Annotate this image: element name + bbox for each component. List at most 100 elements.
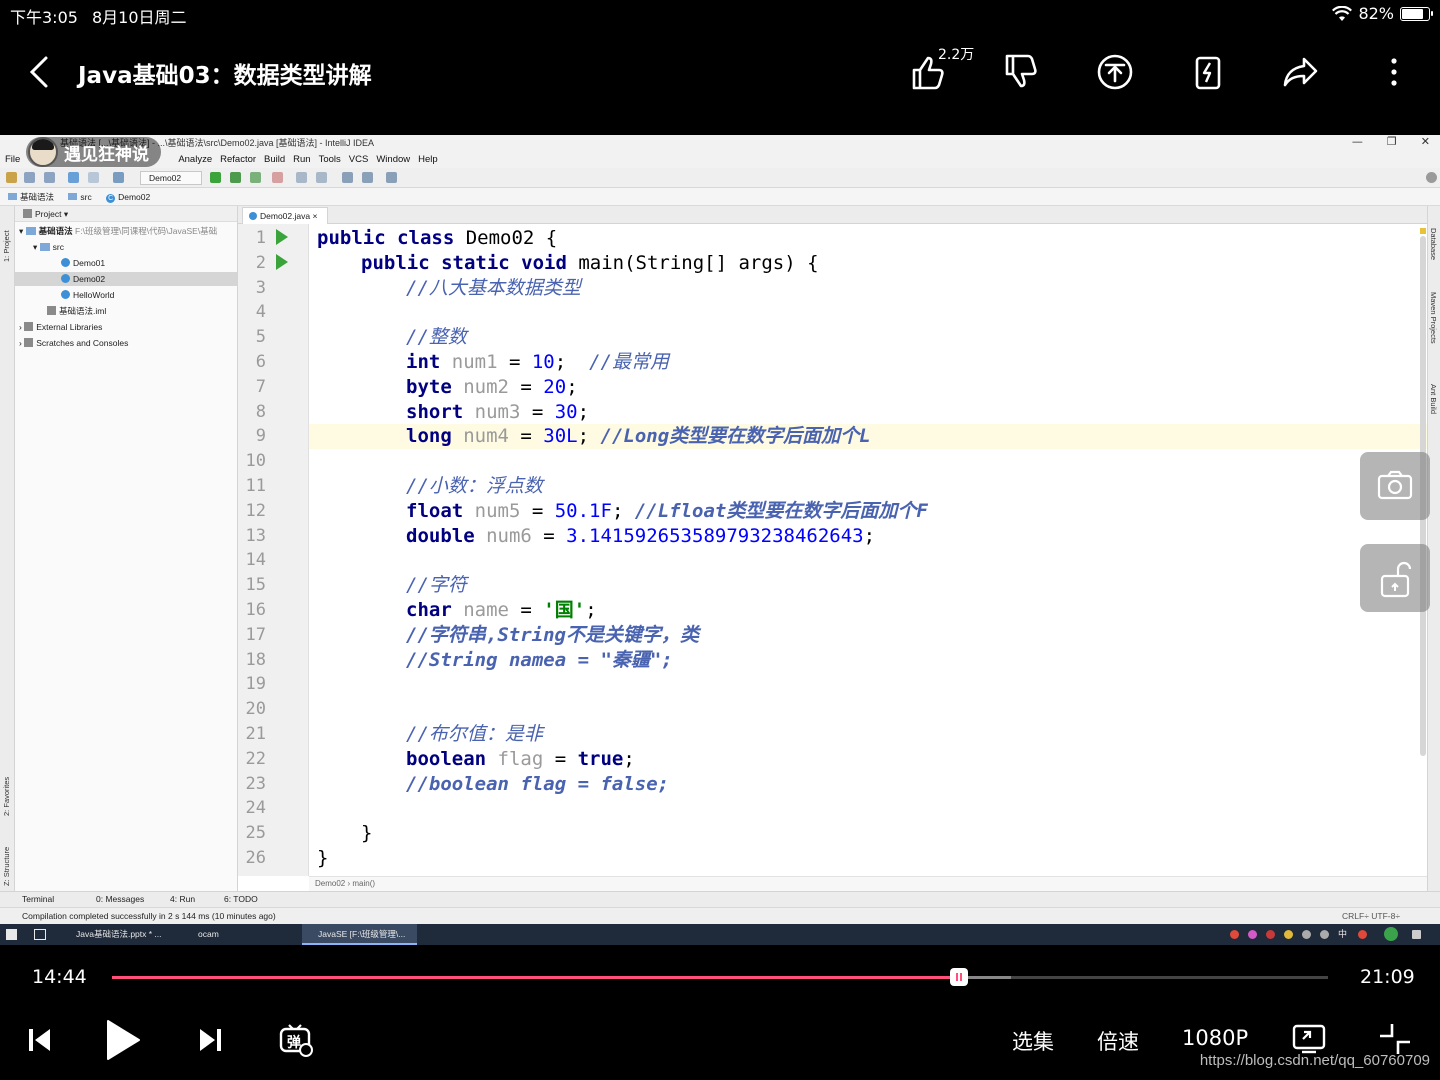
token-number: 10 <box>531 351 555 373</box>
line-number: 26 <box>245 848 266 868</box>
unlock-icon <box>1380 561 1412 598</box>
token-plain: ; <box>566 375 578 398</box>
code-line: public static void main(String[] args) { <box>309 251 1427 276</box>
ime-indicator: 中 <box>1338 929 1348 939</box>
favorite-icon[interactable] <box>1186 50 1230 94</box>
date: 8月10日周二 <box>92 8 187 27</box>
token-plain: Demo02 { <box>465 227 558 249</box>
token-keyword: public static void <box>361 251 579 274</box>
video-frame[interactable]: 基础语法 [...\基础语法] - ...\基础语法\src\Demo02.ja… <box>0 135 1440 945</box>
back-icon[interactable] <box>26 54 54 90</box>
token-variable: name <box>451 599 509 621</box>
warning-marker <box>1420 228 1426 234</box>
vcs2-icon <box>316 172 327 183</box>
token-keyword: char <box>406 599 452 621</box>
tab-todo: 6: TODO <box>224 894 258 904</box>
seek-bar[interactable] <box>112 968 1328 986</box>
tray-icon <box>1230 930 1239 939</box>
share-icon[interactable] <box>1280 50 1324 94</box>
network-tray-icon <box>1302 930 1311 939</box>
token-plain: = <box>520 400 555 423</box>
tray-icon <box>1384 927 1398 941</box>
token-plain: = <box>520 499 555 522</box>
more-icon[interactable] <box>1372 50 1416 94</box>
code-line: } <box>309 821 1427 846</box>
play-icon[interactable] <box>104 1018 142 1062</box>
total-time: 21:09 <box>1360 966 1415 988</box>
menu-file: File <box>5 154 21 165</box>
line-number: 5 <box>255 327 266 348</box>
token-plain: ; <box>577 400 590 423</box>
tree-file-label: HelloWorld <box>73 290 115 300</box>
exit-fullscreen-icon[interactable] <box>1378 1022 1412 1056</box>
token-plain: = <box>497 351 532 373</box>
database-tool-label: Database <box>1429 228 1438 261</box>
editor-tab-label: Demo02.java <box>260 211 311 221</box>
camera-icon <box>1377 470 1413 500</box>
ant-tool-label: Ant Build <box>1429 384 1438 415</box>
code-line: float num5 = 50.1F; //Lfloat类型要在数字后面加个F <box>309 499 1427 524</box>
menu-vcs: VCS <box>348 154 369 165</box>
token-comment: //boolean flag = false; <box>406 772 670 795</box>
token-number: 20 <box>543 375 567 398</box>
tab-messages: 0: Messages <box>96 894 145 904</box>
editor-tab-bar: Demo02.java × <box>238 206 1427 224</box>
tab-run: 4: Run <box>170 894 196 904</box>
windows-start-icon <box>6 929 17 940</box>
speed-button[interactable]: 倍速 <box>1097 1026 1139 1056</box>
token-keyword: long <box>406 425 452 448</box>
ide-status-bar: Compilation completed successfully in 2 … <box>0 907 1440 924</box>
cast-icon[interactable] <box>1290 1022 1328 1056</box>
structure-tool-label: Z: Structure <box>2 846 11 886</box>
token-comment: //布尔值：是非 <box>406 723 543 745</box>
tree-scratches-label: Scratches and Consoles <box>36 338 129 348</box>
token-keyword: int <box>406 351 441 373</box>
tab-terminal: Terminal <box>22 894 55 904</box>
editor-breadcrumb: Demo02 › main() <box>309 876 1427 891</box>
danmaku-icon[interactable]: 弹 <box>278 1022 314 1058</box>
nav-class: Demo02 <box>106 192 150 202</box>
line-number: 7 <box>255 376 266 397</box>
lock-screen-button[interactable] <box>1360 544 1430 612</box>
token-plain: = <box>508 375 544 398</box>
line-number: 25 <box>245 823 266 844</box>
module-folder-icon <box>25 227 36 235</box>
code-editor: public class Demo02 { public static void… <box>309 224 1427 876</box>
status-message: Compilation completed successfully in 2 … <box>22 911 276 921</box>
coverage-icon <box>250 172 261 183</box>
menu-window: Window <box>376 154 411 165</box>
code-line: //String namea = "秦疆"; <box>309 648 1427 673</box>
seek-handle[interactable] <box>949 968 968 986</box>
minimize-icon: — <box>1351 135 1363 148</box>
token-keyword: boolean <box>406 747 487 770</box>
token-plain: = <box>508 425 544 448</box>
token-plain: } <box>317 847 329 869</box>
line-number: 20 <box>245 699 266 720</box>
token-variable: num4 <box>451 425 509 448</box>
task-view-icon <box>34 929 46 940</box>
next-icon[interactable] <box>198 1026 222 1054</box>
svg-text:弹: 弹 <box>287 1034 301 1051</box>
quality-button[interactable]: 1080P <box>1182 1026 1248 1050</box>
dislike-icon[interactable] <box>999 50 1043 94</box>
status-encoding: CRLF÷ UTF-8÷ <box>1342 911 1400 921</box>
token-number: 30 <box>554 400 578 423</box>
token-number: 30L <box>543 425 578 448</box>
tree-file: HelloWorld <box>61 288 114 302</box>
line-number: 24 <box>245 798 266 819</box>
episodes-button[interactable]: 选集 <box>1012 1026 1054 1056</box>
token-comment: //字符 <box>406 574 467 597</box>
previous-icon[interactable] <box>28 1026 52 1054</box>
token-plain: ; <box>611 499 635 522</box>
token-comment: //最常用 <box>589 351 669 373</box>
scratches-icon <box>24 338 34 347</box>
tree-iml-label: 基础语法.iml <box>59 306 107 316</box>
line-number: 22 <box>245 748 266 769</box>
screenshot-button[interactable] <box>1360 452 1430 520</box>
library-icon <box>24 322 34 331</box>
coin-icon[interactable] <box>1093 50 1137 94</box>
tree-file-label: Demo02 <box>73 274 106 284</box>
back-nav-icon <box>68 172 79 183</box>
ide-toolbar: Demo02 <box>0 168 1440 188</box>
line-number: 14 <box>245 550 266 571</box>
